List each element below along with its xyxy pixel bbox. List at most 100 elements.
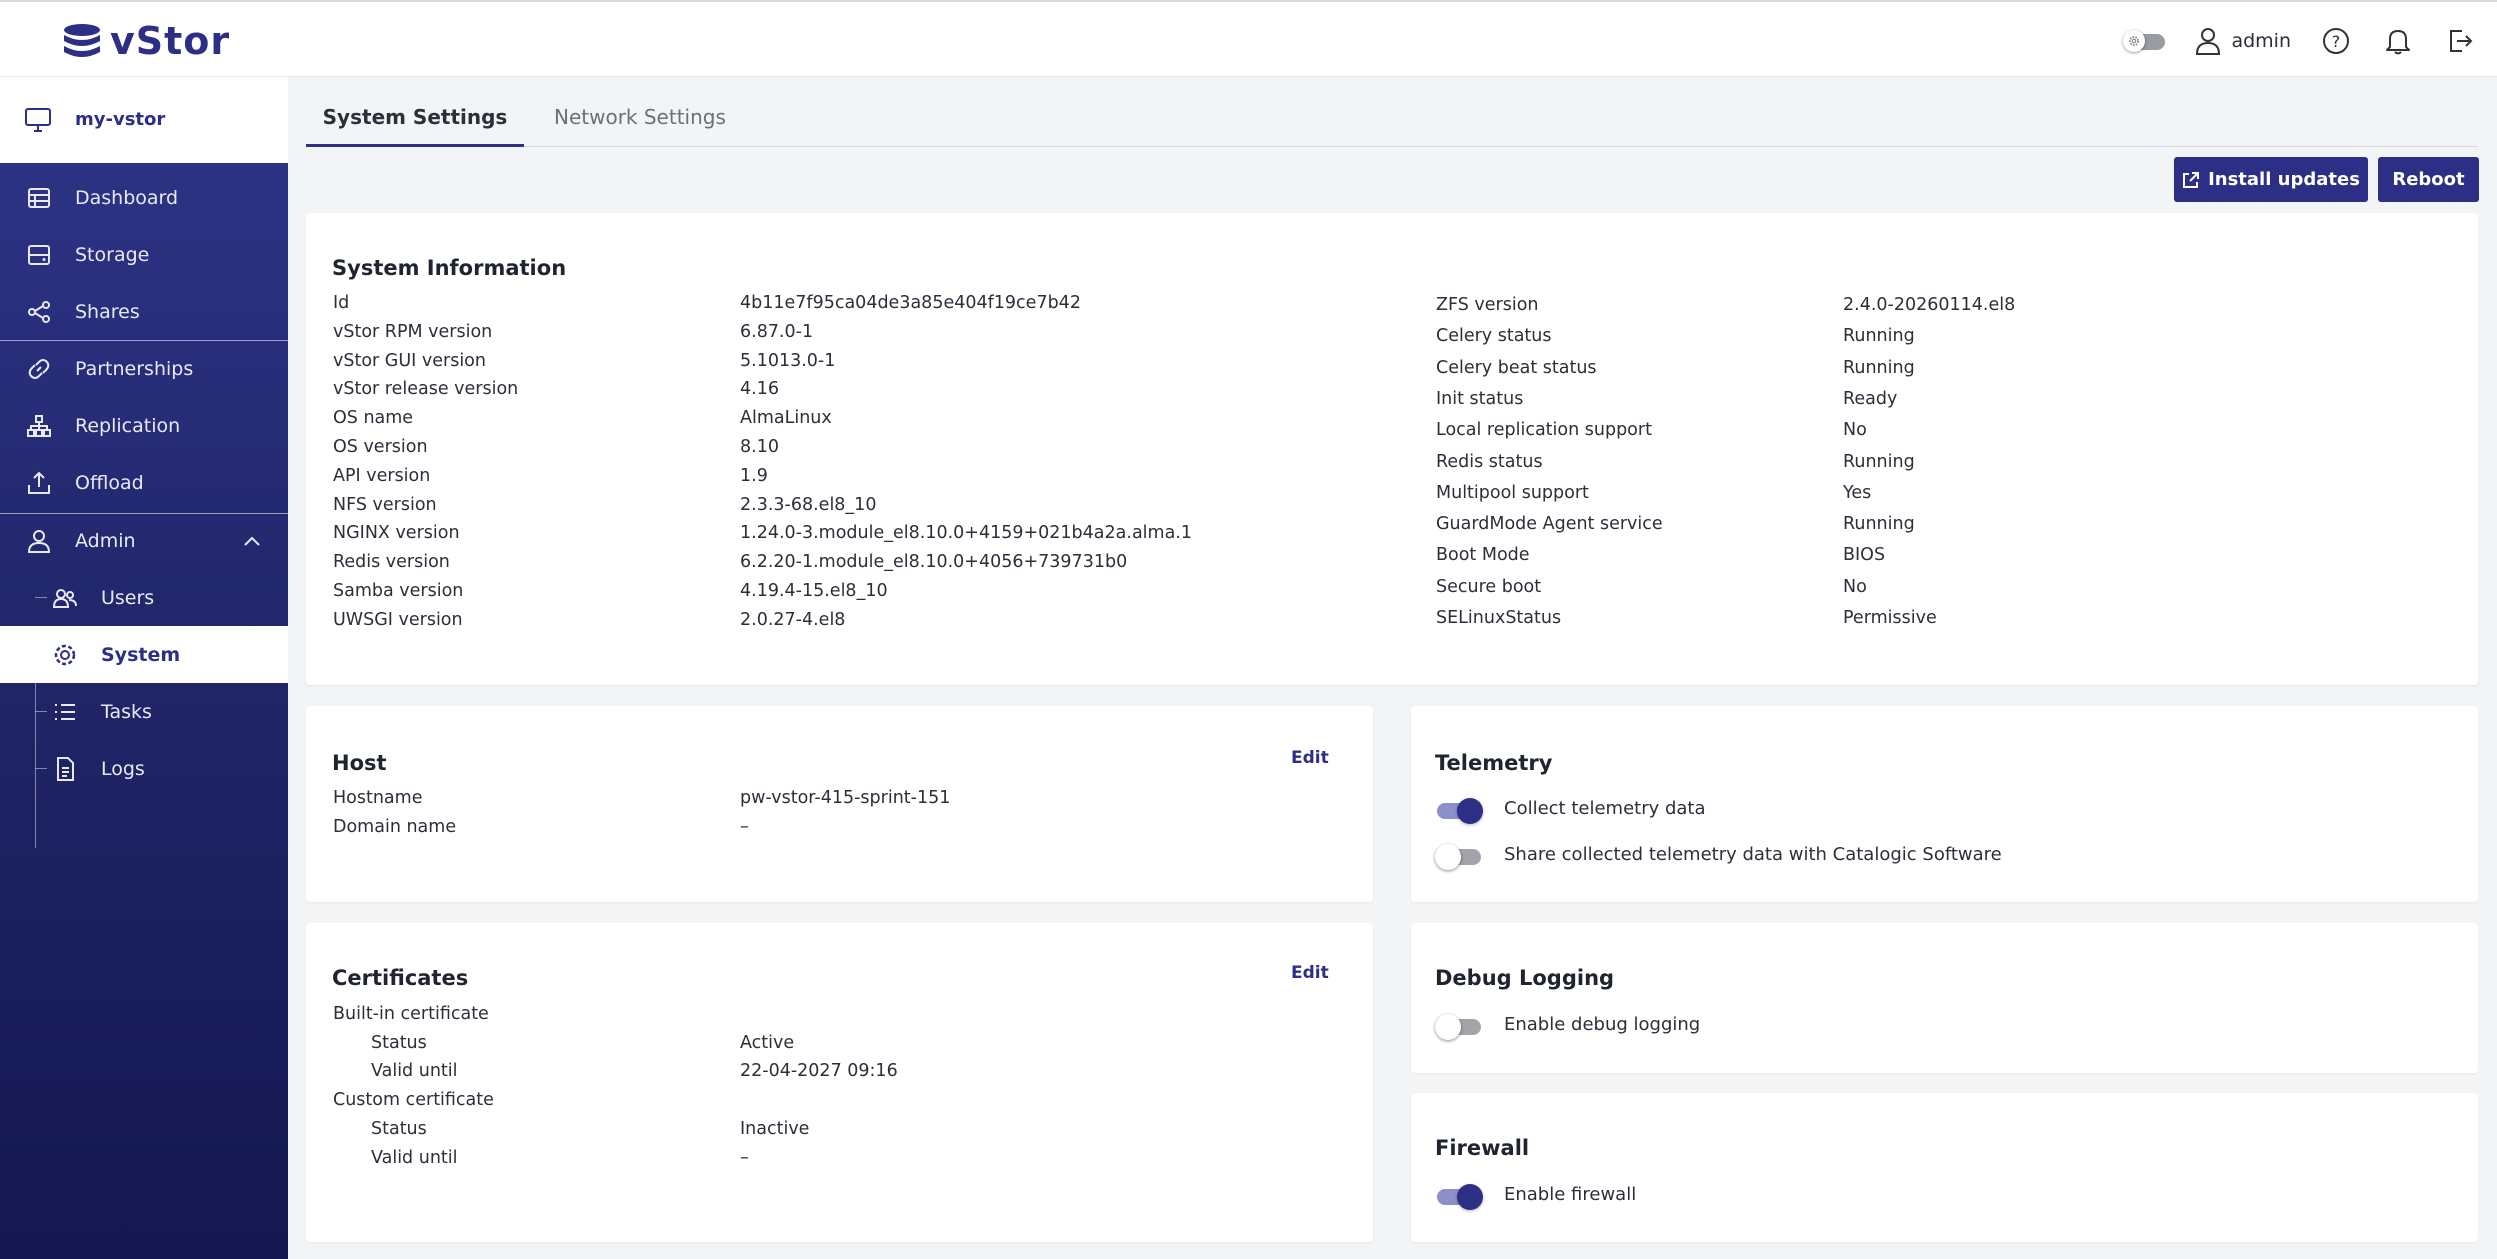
device-name: my-vstor [75,109,166,130]
help-button[interactable]: ? [2319,24,2353,58]
card-title: Certificates [332,966,469,990]
document-icon [57,757,74,781]
logout-button[interactable] [2443,24,2477,58]
sidebar-item-system[interactable]: System [0,626,288,683]
info-value: Active [740,1033,795,1053]
storage-icon [28,245,50,265]
info-key: Valid until [371,1148,458,1168]
share-telemetry-toggle[interactable] [1435,843,1483,871]
username: admin [2231,30,2291,52]
card-title: Telemetry [1435,751,1553,775]
user-menu[interactable]: admin [2195,27,2291,55]
firewall-label: Enable firewall [1504,1184,1637,1205]
sidebar-item-label: Storage [75,243,150,266]
sidebar-item-partnerships[interactable]: Partnerships [0,340,288,397]
notifications-button[interactable] [2381,24,2415,58]
info-value: pw-vstor-415-sprint-151 [740,788,951,808]
sidebar-item-label: Replication [75,414,181,437]
reboot-button[interactable]: Reboot [2378,157,2479,202]
collect-telemetry-toggle[interactable] [1435,797,1483,825]
external-link-icon [2183,171,2200,188]
share-icon [28,301,50,323]
sidebar-item-logs[interactable]: Logs [0,740,288,797]
user-icon [2196,28,2221,55]
chevron-up-icon[interactable] [244,536,260,546]
info-value: Yes [1843,482,1872,503]
info-key: Samba version [333,581,464,601]
sidebar-item-users[interactable]: Users [0,569,288,626]
card-title: Debug Logging [1435,966,1615,990]
telemetry-card: Telemetry Collect telemetry data Share c… [1411,706,2478,902]
info-value: 6.2.20-1.module_el8.10.0+4056+739731b0 [740,552,1128,573]
info-key: Boot Mode [1436,545,1530,566]
info-key: OS name [333,408,414,429]
certificates-edit-button[interactable]: Edit [1291,963,1329,983]
sidebar: my-vstor Dashboard Storage Shares Partne… [0,77,288,1259]
install-updates-button[interactable]: Install updates [2174,157,2368,202]
info-key: Domain name [333,817,457,837]
info-value: 2.3.3-68.el8_10 [740,494,877,515]
info-key: NGINX version [333,523,460,544]
info-value: BIOS [1843,545,1886,566]
app-logo[interactable]: vStor [62,19,230,63]
sidebar-item-replication[interactable]: Replication [0,397,288,454]
device-selector[interactable]: my-vstor [0,77,288,163]
sidebar-item-label: Logs [101,757,145,780]
host-edit-button[interactable]: Edit [1291,748,1329,768]
info-key: Status [371,1119,427,1139]
info-key: Redis version [333,552,450,573]
info-value: No [1843,420,1867,441]
info-key: NFS version [333,494,437,515]
tab-network-settings[interactable]: Network Settings [554,95,726,147]
tab-label: System Settings [322,105,508,129]
sidebar-item-tasks[interactable]: Tasks [0,683,288,740]
sidebar-item-admin[interactable]: Admin [0,512,288,569]
info-key: ZFS version [1436,295,1539,315]
info-key: Hostname [333,788,423,808]
link-icon [28,359,50,379]
info-key: Secure boot [1436,576,1542,597]
upload-icon [28,471,50,494]
collect-telemetry-label: Collect telemetry data [1504,798,1706,819]
certificates-card: Certificates Edit Built-in certificate S… [306,923,1373,1242]
user-icon [27,530,51,553]
info-key: vStor release version [333,379,519,400]
info-value: Ready [1843,388,1898,409]
tab-system-settings[interactable]: System Settings [306,95,524,147]
sidebar-item-shares[interactable]: Shares [0,283,288,340]
info-value: No [1843,576,1867,597]
debug-logging-card: Debug Logging Enable debug logging [1411,923,2478,1073]
debug-logging-label: Enable debug logging [1504,1014,1701,1035]
theme-toggle[interactable] [2123,30,2167,52]
sidebar-item-label: System [101,643,181,666]
firewall-toggle[interactable] [1435,1183,1483,1211]
debug-logging-toggle[interactable] [1435,1013,1483,1041]
info-value: Running [1843,357,1915,378]
sidebar-item-label: Partnerships [75,357,194,380]
list-icon [55,704,75,720]
info-value: AlmaLinux [740,408,832,429]
replication-icon [27,415,51,437]
cert-group-label: Custom certificate [333,1090,494,1110]
reboot-label: Reboot [2392,169,2465,190]
info-key: Celery status [1436,326,1552,347]
sidebar-item-label: Tasks [101,700,152,723]
help-icon: ? [2323,28,2349,54]
info-key: SELinuxStatus [1436,608,1562,628]
sidebar-item-offload[interactable]: Offload [0,454,288,511]
info-value: – [740,817,749,837]
info-value: 2.4.0-20260114.el8 [1843,295,2016,315]
gear-icon [54,644,76,666]
info-key: Redis status [1436,451,1543,472]
sidebar-item-dashboard[interactable]: Dashboard [0,169,288,226]
info-value: 22-04-2027 09:16 [740,1061,898,1081]
info-value: Running [1843,326,1915,347]
share-telemetry-label: Share collected telemetry data with Cata… [1504,844,2002,865]
info-value: 1.9 [740,465,768,486]
sidebar-item-storage[interactable]: Storage [0,226,288,283]
info-value: 4b11e7f95ca04de3a85e404f19ce7b42 [740,293,1081,313]
logout-icon [2450,30,2473,52]
top-bar: vStor admin ? [0,0,2497,77]
info-key: Multipool support [1436,482,1589,503]
sidebar-item-label: Admin [75,529,136,552]
